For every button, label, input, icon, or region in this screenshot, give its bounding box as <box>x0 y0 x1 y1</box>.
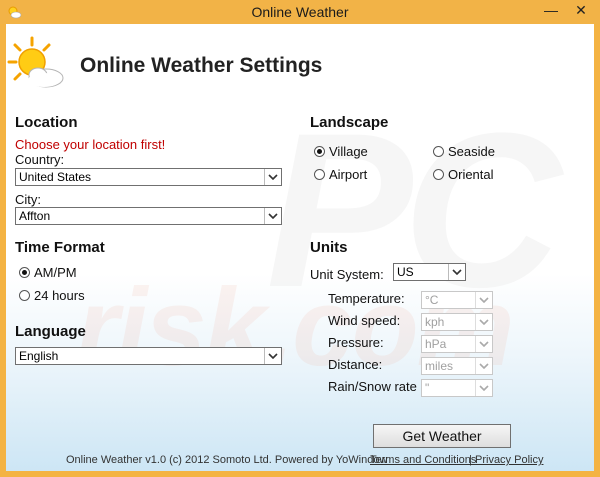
page-title: Online Weather Settings <box>80 54 323 77</box>
city-value: Affton <box>19 209 51 223</box>
rain-snow-label: Rain/Snow rate <box>328 379 417 394</box>
title-bar[interactable]: Online Weather — ✕ <box>0 0 600 24</box>
wind-speed-select: kph <box>421 313 493 331</box>
landscape-village-radio[interactable]: Village <box>314 144 368 159</box>
settings-panel: PC risk.com Online Weather Settings Loca… <box>6 24 594 471</box>
landscape-airport-label: Airport <box>329 167 368 182</box>
chevron-down-icon <box>475 380 492 396</box>
country-select[interactable]: United States <box>15 168 282 186</box>
chevron-down-icon <box>475 358 492 374</box>
city-select[interactable]: Affton <box>15 207 282 225</box>
unit-system-label: Unit System: <box>310 267 384 282</box>
get-weather-button[interactable]: Get Weather <box>373 424 511 448</box>
country-label: Country: <box>15 152 65 167</box>
landscape-oriental-label: Oriental <box>448 167 494 182</box>
pressure-value: hPa <box>425 337 447 351</box>
temperature-label: Temperature: <box>328 291 405 306</box>
location-heading: Location <box>15 114 78 131</box>
chevron-down-icon[interactable] <box>448 264 465 280</box>
chevron-down-icon[interactable] <box>264 208 281 224</box>
time-format-heading: Time Format <box>15 239 105 256</box>
privacy-link[interactable]: Privacy Policy <box>475 454 543 466</box>
distance-select: miles <box>421 357 493 375</box>
landscape-heading: Landscape <box>310 114 389 131</box>
landscape-seaside-radio[interactable]: Seaside <box>433 144 495 159</box>
landscape-village-label: Village <box>329 144 368 159</box>
radio-unselected-icon[interactable] <box>433 146 444 157</box>
radio-unselected-icon[interactable] <box>433 169 444 180</box>
sun-cloud-logo-icon <box>7 36 64 88</box>
temperature-value: °C <box>425 293 439 307</box>
footer-copyright: Online Weather v1.0 (c) 2012 Somoto Ltd.… <box>66 454 388 466</box>
radio-unselected-icon[interactable] <box>19 290 30 301</box>
distance-value: miles <box>425 359 454 373</box>
location-warning: Choose your location first! <box>15 137 166 152</box>
chevron-down-icon[interactable] <box>264 169 281 185</box>
landscape-airport-radio[interactable]: Airport <box>314 167 367 182</box>
close-button[interactable]: ✕ <box>566 0 596 20</box>
time-format-24h-radio[interactable]: 24 hours <box>19 288 85 303</box>
wind-speed-value: kph <box>425 315 445 329</box>
temperature-select: °C <box>421 291 493 309</box>
city-label: City: <box>15 192 41 207</box>
time-format-ampm-radio[interactable]: AM/PM <box>19 265 77 280</box>
time-format-24h-label: 24 hours <box>34 288 85 303</box>
unit-system-value: US <box>397 265 414 279</box>
wind-speed-label: Wind speed: <box>328 313 401 328</box>
chevron-down-icon <box>475 314 492 330</box>
country-value: United States <box>19 170 92 184</box>
pressure-label: Pressure: <box>328 335 384 350</box>
landscape-seaside-label: Seaside <box>448 144 495 159</box>
window-title: Online Weather <box>251 4 349 20</box>
chevron-down-icon[interactable] <box>264 348 281 364</box>
chevron-down-icon <box>475 292 492 308</box>
rain-snow-select: " <box>421 379 493 397</box>
radio-selected-icon[interactable] <box>314 146 325 157</box>
minimize-button[interactable]: — <box>537 0 565 20</box>
app-window: Online Weather — ✕ PC risk.com Online We… <box>0 0 600 477</box>
footer-separator: | <box>469 454 472 466</box>
rain-snow-value: " <box>425 381 430 395</box>
radio-unselected-icon[interactable] <box>314 169 325 180</box>
landscape-oriental-radio[interactable]: Oriental <box>433 167 494 182</box>
language-heading: Language <box>15 323 86 340</box>
chevron-down-icon <box>475 336 492 352</box>
unit-system-select[interactable]: US <box>393 263 466 281</box>
distance-label: Distance: <box>328 357 383 372</box>
units-heading: Units <box>310 239 348 256</box>
radio-selected-icon[interactable] <box>19 267 30 278</box>
language-select[interactable]: English <box>15 347 282 365</box>
terms-link[interactable]: Terms and Conditions <box>370 454 476 466</box>
time-format-ampm-label: AM/PM <box>34 265 77 280</box>
pressure-select: hPa <box>421 335 493 353</box>
language-value: English <box>19 349 59 363</box>
